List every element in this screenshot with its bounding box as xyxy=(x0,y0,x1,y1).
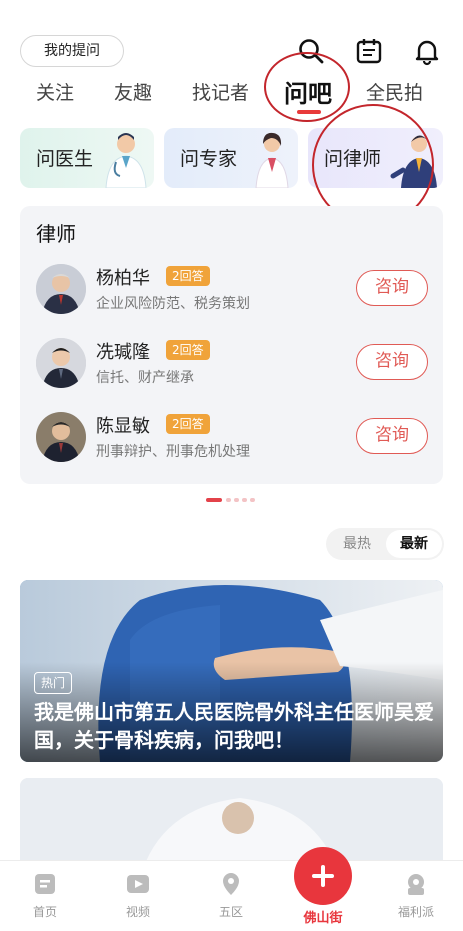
lawyer-name: 杨柏华 xyxy=(96,268,150,289)
ask-doctor-card[interactable]: 问医生 xyxy=(20,128,154,188)
nav-foshan-street-label: 佛山街 xyxy=(303,911,343,926)
panel-title: 律师 xyxy=(36,222,76,246)
nav-districts-label: 五区 xyxy=(218,905,243,919)
home-icon xyxy=(35,874,55,894)
active-tab-indicator xyxy=(297,110,321,114)
consult-button[interactable]: 咨询 xyxy=(356,344,428,380)
category-cards: 问医生 问专家 问律师 xyxy=(0,128,463,190)
nav-video[interactable]: 视频 xyxy=(108,871,168,920)
lawyer-desc: 企业风险防范、税务策划 xyxy=(96,296,250,312)
lawyer-desc: 信托、财产继承 xyxy=(96,370,194,386)
search-icon[interactable] xyxy=(296,36,326,66)
lawyer-illustration-icon xyxy=(390,135,437,188)
expert-illustration-icon xyxy=(255,132,289,188)
tab-interests[interactable]: 友趣 xyxy=(114,78,152,105)
video-icon xyxy=(127,875,149,893)
sort-new-button[interactable]: 最新 xyxy=(386,530,442,558)
my-questions-button[interactable]: 我的提问 xyxy=(20,35,124,67)
nav-home[interactable]: 首页 xyxy=(15,871,75,920)
tab-citizen-photo[interactable]: 全民拍 xyxy=(366,78,423,105)
bell-icon[interactable] xyxy=(412,36,442,66)
answer-count-badge: 2回答 xyxy=(166,340,210,360)
ask-lawyer-card[interactable]: 问律师 xyxy=(308,128,443,188)
ask-expert-card[interactable]: 问专家 xyxy=(164,128,298,188)
post-title: 我是佛山市第五人民医院骨外科主任医师吴爱国，关于骨科疾病，问我吧！ xyxy=(34,700,434,752)
post-card[interactable]: 热门 我是佛山市第五人民医院骨外科主任医师吴爱国，关于骨科疾病，问我吧！ xyxy=(20,580,443,762)
doctor-illustration-icon xyxy=(105,133,147,188)
pager-dot xyxy=(242,498,247,502)
lawyer-row[interactable]: 陈显敏 2回答 刑事辩护、刑事危机处理 咨询 xyxy=(20,412,443,478)
nav-districts[interactable]: 五区 xyxy=(201,871,261,920)
calendar-icon[interactable] xyxy=(354,36,384,66)
avatar xyxy=(36,412,86,462)
top-bar: 我的提问 xyxy=(0,0,463,70)
tab-find-reporter[interactable]: 找记者 xyxy=(192,78,249,105)
lawyer-desc: 刑事辩护、刑事危机处理 xyxy=(96,444,250,460)
consult-button[interactable]: 咨询 xyxy=(356,418,428,454)
answer-count-badge: 2回答 xyxy=(166,414,210,434)
ask-expert-label: 问专家 xyxy=(180,148,238,170)
nav-benefits-label: 福利派 xyxy=(397,905,434,919)
bottom-nav: 首页 视频 五区 佛山街 福利派 xyxy=(0,847,463,931)
nav-home-label: 首页 xyxy=(32,905,57,919)
location-icon xyxy=(223,873,239,895)
pager-dot xyxy=(250,498,255,502)
lawyer-row[interactable]: 冼瑊隆 2回答 信托、财产继承 咨询 xyxy=(20,338,443,404)
hot-badge: 热门 xyxy=(34,672,73,694)
pager-dot xyxy=(234,498,239,502)
lawyer-name: 陈显敏 xyxy=(96,416,150,437)
avatar xyxy=(36,338,86,388)
lawyer-panel: 律师 杨柏华 2回答 企业风险防范、税务策划 咨询 冼瑊隆 2回答 信托、财产继… xyxy=(20,206,443,484)
gift-icon xyxy=(408,874,424,895)
nav-video-label: 视频 xyxy=(125,905,150,919)
plus-icon xyxy=(312,865,334,887)
pager-dot xyxy=(226,498,231,502)
tab-ask[interactable]: 问吧 xyxy=(284,74,332,109)
lawyer-row[interactable]: 杨柏华 2回答 企业风险防范、税务策划 咨询 xyxy=(20,264,443,330)
lawyer-name: 冼瑊隆 xyxy=(96,342,150,363)
channel-tabs: 关注 友趣 找记者 问吧 全民拍 xyxy=(0,72,463,120)
pager-dot-active xyxy=(206,498,222,502)
avatar xyxy=(36,264,86,314)
ask-lawyer-label: 问律师 xyxy=(324,148,382,170)
ask-doctor-label: 问医生 xyxy=(36,148,94,170)
nav-center-button[interactable] xyxy=(294,847,352,905)
nav-benefits[interactable]: 福利派 xyxy=(386,871,446,920)
consult-button[interactable]: 咨询 xyxy=(356,270,428,306)
sort-toggle: 最热 最新 xyxy=(326,528,444,560)
tab-follow[interactable]: 关注 xyxy=(36,78,74,105)
answer-count-badge: 2回答 xyxy=(166,266,210,286)
sort-hot-button[interactable]: 最热 xyxy=(328,528,386,560)
